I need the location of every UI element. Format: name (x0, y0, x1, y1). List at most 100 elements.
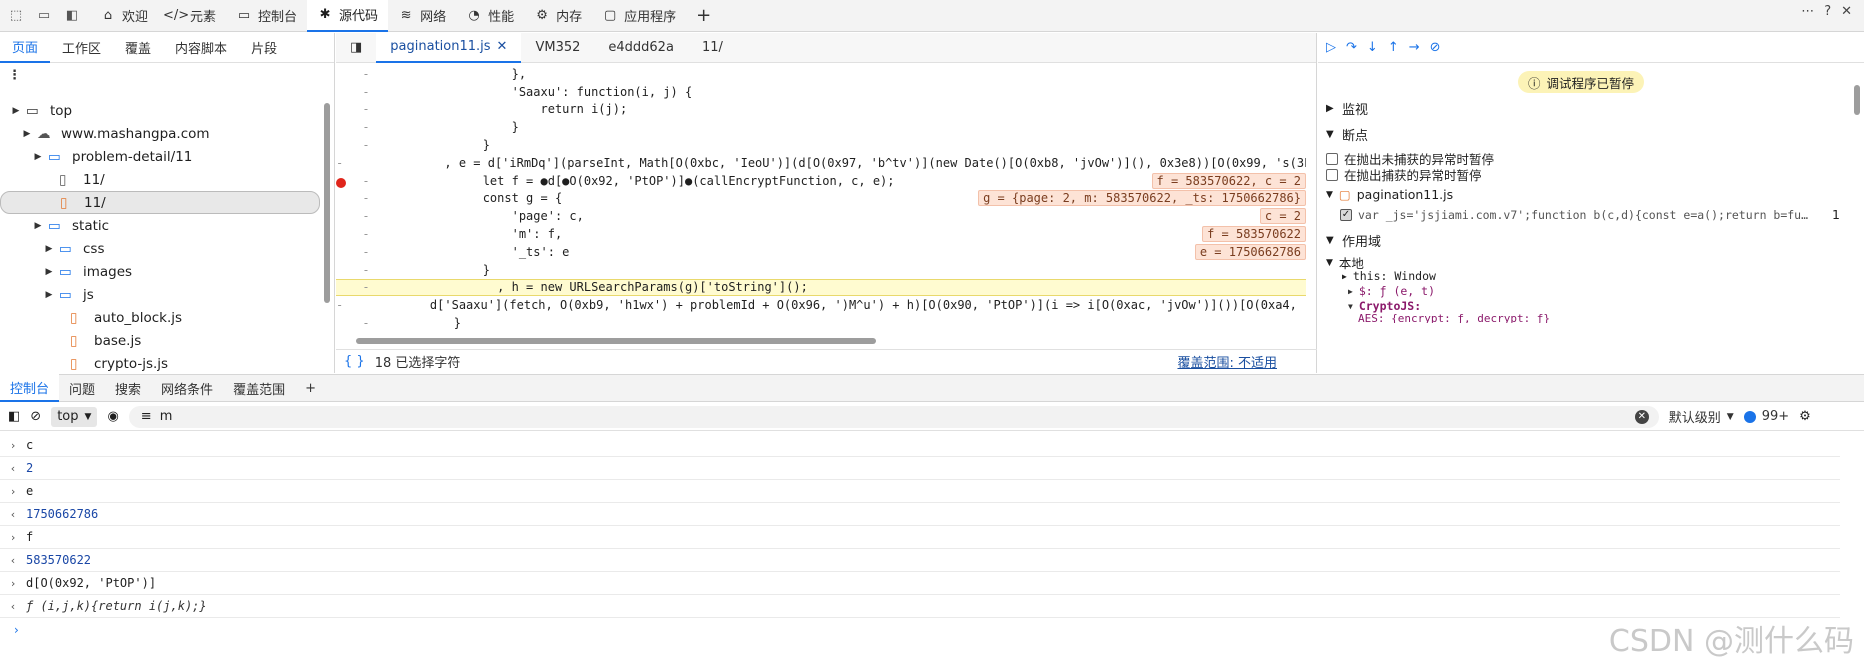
navigator-menu-icon[interactable]: ⋮ (0, 63, 334, 87)
console-entry[interactable]: › c (0, 434, 1840, 457)
navigator-tab-2[interactable]: 覆盖 (113, 33, 163, 63)
scope-section[interactable]: ▼ 作用域 (1326, 229, 1381, 251)
breakpoint-file-row[interactable]: ▼ ▢ pagination11.js (1326, 187, 1453, 202)
line-gutter[interactable]: - (336, 156, 343, 170)
log-level-selector[interactable]: 默认级别 ▼ (1669, 407, 1734, 426)
breakpoint-entry[interactable]: ✓ var _js='jsjiami.com.v7';function b(c,d… (1340, 207, 1840, 222)
tree-node[interactable]: ▶ ▭ images (0, 260, 320, 283)
line-gutter[interactable]: - (336, 316, 396, 330)
code-line[interactable]: - } (336, 314, 1306, 332)
navigator-tab-3[interactable]: 内容脚本 (163, 33, 239, 63)
code-area[interactable]: - }, - 'Saaxu': function(i, j) {- return … (336, 65, 1306, 335)
scope-cryptojs[interactable]: ▼ CryptoJS: (1348, 299, 1421, 313)
drawer-tab-4[interactable]: 覆盖范围 (223, 374, 295, 402)
code-line[interactable]: - d['Saaxu'](fetch, O(0xb9, 'h1wx') + pr… (336, 296, 1306, 314)
editor-horizontal-scrollbar[interactable] (356, 338, 876, 344)
code-line[interactable]: - 'Saaxu': function(i, j) { (336, 83, 1306, 101)
code-line[interactable]: - , h = new URLSearchParams(g)['toString… (336, 278, 1306, 297)
code-line[interactable]: - }, (336, 65, 1306, 83)
pretty-print-icon[interactable]: { } (344, 354, 365, 369)
line-gutter[interactable]: - (336, 209, 396, 223)
navigator-tab-4[interactable]: 片段 (239, 33, 289, 63)
code-line[interactable]: - return i(j); (336, 101, 1306, 119)
panel-tab-7[interactable]: ▢ 应用程序 (592, 0, 686, 32)
console-entry[interactable]: › e (0, 480, 1840, 503)
scope-dollar[interactable]: ▶ $: ƒ (e, t) (1348, 284, 1435, 298)
line-gutter[interactable]: - (336, 102, 396, 116)
line-gutter[interactable]: - (336, 263, 396, 277)
panel-tab-1[interactable]: </> 元素 (158, 0, 226, 32)
pause-caught-checkbox[interactable] (1326, 168, 1338, 181)
panel-tab-6[interactable]: ⚙ 内存 (524, 0, 592, 32)
scope-this[interactable]: ▶ this: Window (1342, 269, 1436, 283)
line-gutter[interactable]: - (336, 298, 343, 312)
tree-node[interactable]: ▯ auto_block.js (0, 306, 320, 329)
editor-tab-3[interactable]: 11/ (688, 33, 737, 63)
scope-aes[interactable]: AES: {encrypt: ƒ, decrypt: ƒ} (1358, 314, 1550, 323)
add-drawer-tab-button[interactable]: + (295, 374, 326, 402)
breakpoint-checkbox[interactable]: ✓ (1340, 208, 1352, 221)
toggle-navigator-icon[interactable]: ◨ (336, 33, 376, 63)
close-icon[interactable]: ✕ (1841, 4, 1852, 19)
editor-tab-2[interactable]: e4ddd62a (594, 33, 688, 63)
step-out-icon[interactable]: ↑ (1388, 40, 1399, 55)
console-entry[interactable]: ‹ 2 (0, 457, 1840, 480)
code-line[interactable]: - '_ts': e e = 1750662786 (336, 243, 1306, 261)
navigator-tab-0[interactable]: 页面 (0, 33, 51, 63)
device-toggle-icon[interactable]: ▭ (32, 4, 56, 28)
tree-node[interactable]: ▶ ▭ problem-detail/11 (0, 145, 320, 168)
console-entry[interactable]: › d[O(0x92, 'PtOP')] (0, 572, 1840, 595)
code-line[interactable]: - 'm': f, f = 583570622 (336, 225, 1306, 243)
line-gutter[interactable]: - (336, 174, 396, 188)
line-gutter[interactable]: - (336, 67, 396, 81)
clear-console-icon[interactable]: ⊘ (30, 409, 41, 424)
add-panel-button[interactable]: + (686, 0, 721, 32)
line-gutter[interactable]: - (336, 138, 396, 152)
code-line[interactable]: - , e = d['iRmDq'](parseInt, Math[O(0xbc… (336, 154, 1306, 172)
tree-node[interactable]: ▯ 11/ (0, 168, 320, 191)
pause-uncaught-checkbox[interactable] (1326, 152, 1338, 165)
breakpoints-section[interactable]: ▼ 断点 (1326, 123, 1368, 145)
step-over-icon[interactable]: ↷ (1346, 40, 1357, 55)
editor-tab-1[interactable]: VM352 (521, 33, 594, 63)
line-gutter[interactable]: - (336, 85, 396, 99)
navigator-tab-1[interactable]: 工作区 (50, 33, 113, 63)
line-gutter[interactable]: - (336, 191, 396, 205)
sidebar-toggle-icon[interactable]: ◧ (8, 409, 20, 424)
line-gutter[interactable]: - (336, 227, 396, 241)
drawer-tab-1[interactable]: 问题 (59, 374, 105, 402)
tree-node[interactable]: ▶ ☁ www.mashangpa.com (0, 122, 320, 145)
panel-tab-4[interactable]: ≋ 网络 (388, 0, 456, 32)
tree-node[interactable]: ▶ ▭ top (0, 99, 320, 122)
inspect-icon[interactable]: ⬚ (4, 4, 28, 28)
line-gutter[interactable]: - (336, 280, 396, 294)
close-icon[interactable]: ✕ (497, 39, 508, 54)
console-entry[interactable]: ‹ 1750662786 (0, 503, 1840, 526)
step-icon[interactable]: → (1409, 40, 1420, 55)
code-line[interactable]: - } (336, 261, 1306, 279)
tree-node[interactable]: ▶ ▭ static (0, 214, 320, 237)
code-line[interactable]: - } (336, 118, 1306, 136)
tree-node[interactable]: ▯ base.js (0, 329, 320, 352)
tree-node[interactable]: ▶ ▭ js (0, 283, 320, 306)
more-icon[interactable]: ⋯ (1801, 4, 1814, 19)
clear-filter-icon[interactable]: ✕ (1634, 409, 1649, 424)
help-icon[interactable]: ? (1824, 4, 1831, 19)
console-prompt[interactable]: › (0, 618, 1840, 641)
dock-side-icon[interactable]: ◧ (60, 4, 84, 28)
watch-section[interactable]: ▶ 监视 (1326, 97, 1368, 119)
issues-badge[interactable]: 99+ (1743, 409, 1789, 424)
line-gutter[interactable]: - (336, 245, 396, 259)
debugger-scrollbar[interactable] (1854, 85, 1860, 115)
code-line[interactable]: - let f = ●d[●O(0x92, 'PtOP')]●(callEncr… (336, 172, 1306, 190)
editor-tab-0[interactable]: pagination11.js ✕ (376, 32, 522, 63)
panel-tab-5[interactable]: ◔ 性能 (456, 0, 524, 32)
tree-node[interactable]: ▶ ▭ css (0, 237, 320, 260)
drawer-tab-2[interactable]: 搜索 (105, 374, 151, 402)
deactivate-breakpoints-icon[interactable]: ⊘ (1430, 40, 1441, 55)
pause-caught-row[interactable]: 在抛出捕获的异常时暂停 (1326, 165, 1482, 184)
panel-tab-3[interactable]: ✱ 源代码 (307, 0, 389, 32)
code-line[interactable]: - 'page': c, c = 2 (336, 207, 1306, 225)
step-into-icon[interactable]: ↓ (1367, 40, 1378, 55)
resume-icon[interactable]: ▷ (1326, 40, 1336, 55)
